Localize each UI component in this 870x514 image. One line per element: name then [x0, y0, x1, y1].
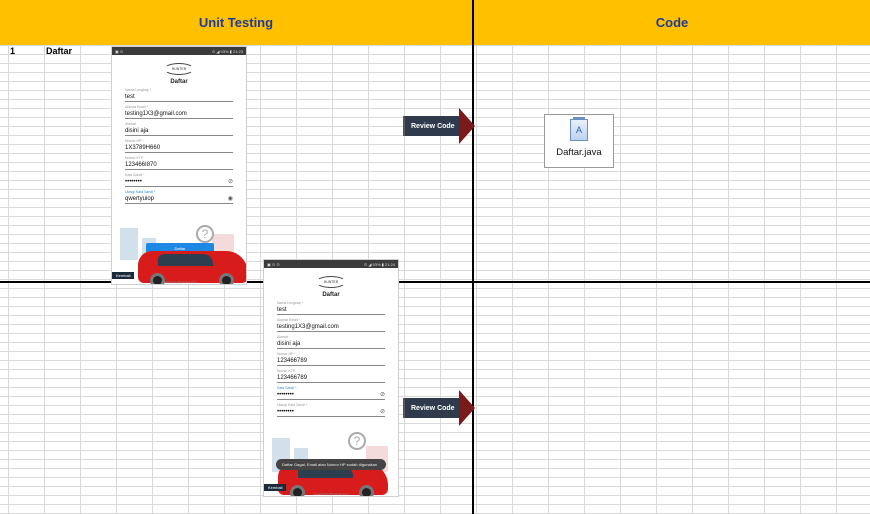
- footer-text: powered by @ hunter.com: [313, 492, 349, 496]
- eye-off-icon[interactable]: ⊘: [380, 408, 385, 415]
- header-code: Code: [474, 0, 870, 45]
- footer-text: powered by @ hunter.com: [161, 280, 197, 284]
- document-icon: A: [570, 117, 588, 141]
- review-code-label: Review Code: [403, 116, 459, 136]
- kembali-button[interactable]: Kembali: [264, 484, 287, 491]
- field-kata-sandi[interactable]: Kata Sandi * •••••••• ⊘: [277, 386, 385, 400]
- error-toast: Daftar Gagal, Email atau Nomor HP sudah …: [276, 459, 386, 470]
- row-label: Daftar: [46, 46, 73, 56]
- field-alamat[interactable]: Alamat disini aja: [277, 335, 385, 349]
- daftar-java-file[interactable]: A Daftar.java: [544, 114, 614, 168]
- car-illustration: [138, 251, 246, 284]
- field-kata-sandi[interactable]: Kata Sandi * •••••••• ⊘: [125, 173, 233, 187]
- field-alamat[interactable]: Alamat disini aja: [125, 122, 233, 136]
- review-code-arrow: Review Code: [403, 390, 475, 426]
- arrow-right-icon: [458, 390, 475, 426]
- field-email[interactable]: Alamat Email * testing1X3@gmail.com: [277, 318, 385, 332]
- review-code-label: Review Code: [403, 398, 459, 418]
- header-title: Code: [655, 15, 689, 30]
- field-nomor-hp[interactable]: Nomor HP * 123466789: [277, 352, 385, 366]
- field-nomor-ktp[interactable]: Nomor KTP 123466I870: [125, 156, 233, 170]
- screenshot-daftar-gagal: ▣ ⊙ ⊙ ⊙ ◢ 93% ▮ 21:24 HUNTER Daftar Nama …: [263, 259, 399, 497]
- eye-icon[interactable]: ◉: [228, 195, 233, 202]
- field-ulangi-kata-sandi[interactable]: Ulangi Kata Sandi * •••••••• ⊘: [277, 403, 385, 417]
- column-divider: [472, 0, 474, 514]
- row-number: 1: [10, 46, 16, 56]
- review-code-arrow: Review Code: [403, 108, 475, 144]
- form-title: Daftar: [322, 292, 340, 298]
- field-ulangi-kata-sandi[interactable]: Ulangi Kata Sandi * qwertyuiop ◉: [125, 190, 233, 204]
- field-nama[interactable]: Nama Lengkap * test: [125, 88, 233, 102]
- eye-off-icon[interactable]: ⊘: [380, 391, 385, 398]
- building-illustration: [120, 228, 138, 260]
- status-bar: ▣ ⊙ ⊙ ◢ 93% ▮ 21:23: [112, 47, 246, 55]
- form-title: Daftar: [170, 79, 188, 85]
- field-nomor-ktp[interactable]: Nomor KTP 123466789: [277, 369, 385, 383]
- field-email[interactable]: Alamat Email * testing1X3@gmail.com: [125, 105, 233, 119]
- status-bar: ▣ ⊙ ⊙ ⊙ ◢ 93% ▮ 21:24: [264, 260, 398, 268]
- file-name: Daftar.java: [556, 147, 602, 158]
- question-icon: ?: [348, 432, 366, 450]
- kembali-button[interactable]: Kembali: [112, 272, 135, 279]
- screenshot-daftar-form: ▣ ⊙ ⊙ ◢ 93% ▮ 21:23 HUNTER Daftar Nama Le…: [111, 46, 247, 285]
- field-nama[interactable]: Nama Lengkap * test: [277, 301, 385, 315]
- hunter-logo: HUNTER: [264, 276, 398, 288]
- arrow-right-icon: [458, 108, 475, 144]
- header-unit-testing: Unit Testing: [0, 0, 472, 45]
- eye-off-icon[interactable]: ⊘: [228, 178, 233, 185]
- hunter-logo: HUNTER: [112, 63, 246, 75]
- question-icon: ?: [196, 225, 214, 243]
- header-title: Unit Testing: [198, 15, 274, 30]
- field-nomor-hp[interactable]: Nomor HP * 1X3789H660: [125, 139, 233, 153]
